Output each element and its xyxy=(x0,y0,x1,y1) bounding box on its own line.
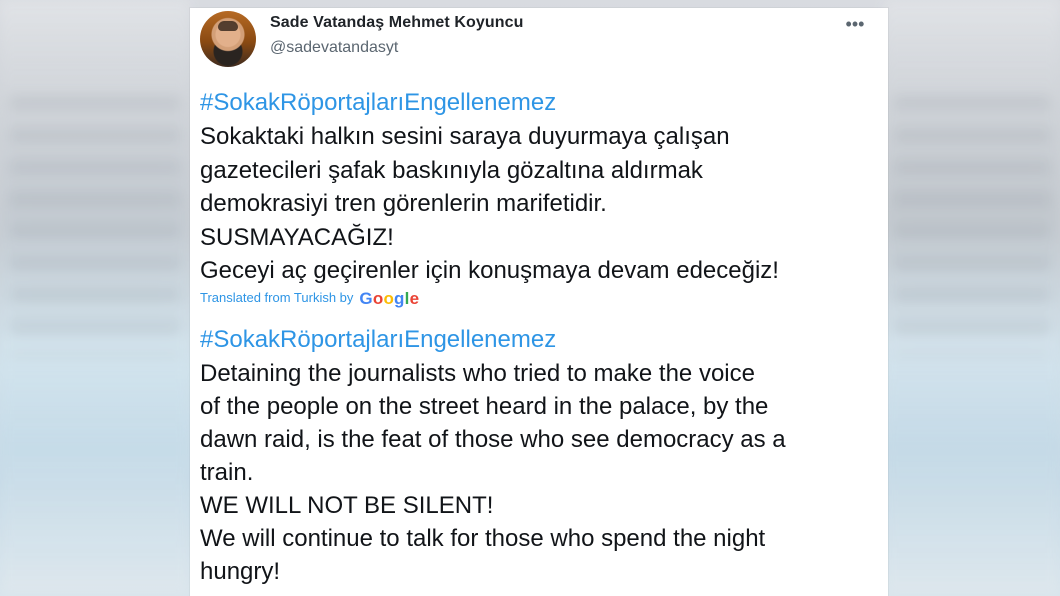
translation-attribution: Translated from Turkish by Google xyxy=(200,287,870,315)
google-logo-letter-2: o xyxy=(372,288,384,308)
display-name[interactable]: Sade Vatandaş Mehmet Koyuncu xyxy=(270,14,524,32)
hashtag-link-translated[interactable]: #SokakRöportajlarıEngellenemez xyxy=(200,323,870,357)
tweet-header: Sade Vatandaş Mehmet Koyuncu @sadevatand… xyxy=(190,8,888,80)
hashtag-link[interactable]: #SokakRöportajlarıEngellenemez xyxy=(200,86,870,120)
google-logo-letter-6: e xyxy=(409,288,420,308)
tweet-translated-text: Detaining the journalists who tried to m… xyxy=(200,359,786,585)
avatar[interactable] xyxy=(200,11,256,67)
user-handle[interactable]: @sadevatandasyt xyxy=(270,39,398,57)
blurred-side-left xyxy=(0,0,190,596)
blurred-side-right xyxy=(884,0,1060,596)
google-logo-letter-4: g xyxy=(394,288,405,308)
google-logo-letter-3: o xyxy=(383,288,395,308)
google-logo-letter-1: G xyxy=(359,288,373,308)
more-horizontal-icon: ••• xyxy=(845,14,865,34)
tweet-original-text: Sokaktaki halkın sesini saraya duyurmaya… xyxy=(200,123,779,284)
more-options-button[interactable]: ••• xyxy=(840,12,870,42)
tweet-content: #SokakRöportajlarıEngellenemez Sokaktaki… xyxy=(200,86,870,588)
google-logo: Google xyxy=(359,289,419,309)
video-frame: Sade Vatandaş Mehmet Koyuncu @sadevatand… xyxy=(0,0,1060,596)
tweet-card: Sade Vatandaş Mehmet Koyuncu @sadevatand… xyxy=(190,8,888,596)
translated-from-link[interactable]: Translated from Turkish by xyxy=(200,290,353,305)
